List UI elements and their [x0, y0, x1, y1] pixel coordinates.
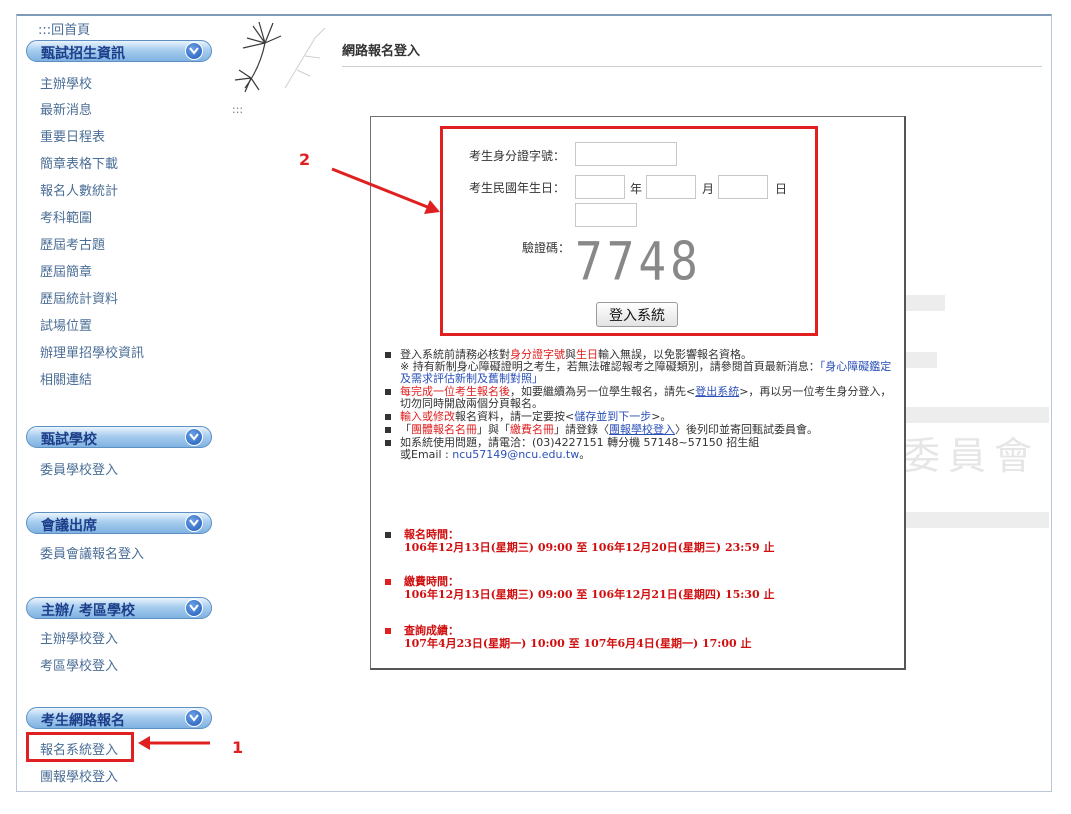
note-item: 「團體報名名冊」與「繳費名冊」請登錄〈團報學校登入〉後列印並寄回甄試委員會。 [385, 424, 895, 436]
section-title: 會議出席 [41, 518, 97, 534]
highlight-box-1 [26, 732, 134, 762]
section-title: 甄試招生資訊 [41, 46, 125, 62]
section-header-exam-schools[interactable]: 甄試學校 [26, 426, 212, 448]
chevron-down-icon [185, 599, 203, 617]
bullet-square-icon [385, 532, 391, 538]
sidebar-item[interactable]: 歷屆簡章 [40, 261, 92, 280]
instructions-list: 登入系統前請務必核對身分證字號與生日輸入無誤，以免影響報名資格。 ※ 持有新制身… [385, 349, 895, 462]
home-link[interactable]: :::回首頁 [38, 19, 90, 38]
section-header-meeting[interactable]: 會議出席 [26, 512, 212, 534]
logout-link[interactable]: 登出系統 [695, 385, 739, 398]
chevron-down-icon [185, 709, 203, 727]
sidebar-item[interactable]: 考區學校登入 [40, 655, 118, 674]
sidebar-item[interactable]: 最新消息 [40, 99, 92, 118]
note-item: 輸入或修改報名資料，請一定要按<儲存並到下一步>。 [385, 411, 895, 423]
pine-branch-icon [234, 21, 326, 93]
bullet-square-icon [385, 628, 391, 634]
sidebar-item[interactable]: 簡章表格下載 [40, 153, 118, 172]
watermark-bar [905, 295, 945, 311]
sidebar-item[interactable]: 試場位置 [40, 315, 92, 334]
section-header-admissions[interactable]: 甄試招生資訊 [26, 40, 212, 62]
score-query-time: 查詢成績： 107年4月23日(星期一) 10:00 至 107年6月4日(星期一… [385, 624, 752, 650]
chevron-down-icon [185, 42, 203, 60]
highlight-box-2 [440, 126, 818, 336]
watermark-bar [905, 352, 937, 368]
annotation-label-1: 1 [232, 738, 244, 757]
bullet-square-icon [385, 389, 391, 395]
sidebar-item[interactable]: 歷屆統計資料 [40, 288, 118, 307]
section-title: 主辦/ 考區學校 [41, 603, 135, 619]
section-title: 甄試學校 [41, 432, 97, 448]
registration-time: 報名時間： 106年12月13日(星期三) 09:00 至 106年12月20日(… [385, 528, 774, 554]
sidebar-item[interactable]: 主辦學校登入 [40, 628, 118, 647]
annotation-arrow-1 [138, 736, 210, 750]
annotation-arrow-2 [331, 167, 440, 214]
sidebar-item[interactable]: 重要日程表 [40, 126, 105, 145]
bullet-square-icon [385, 579, 391, 585]
anchor-dots: ::: [232, 103, 244, 116]
sidebar-item[interactable]: 團報學校登入 [40, 766, 118, 785]
sidebar-item[interactable]: 主辦學校 [40, 73, 92, 92]
bullet-square-icon [385, 440, 391, 446]
chevron-down-icon [185, 514, 203, 532]
sidebar-item[interactable]: 報名人數統計 [40, 180, 118, 199]
bullet-square-icon [385, 427, 391, 433]
sidebar-item[interactable]: 歷屆考古題 [40, 234, 105, 253]
bullet-square-icon [385, 414, 391, 420]
sidebar-item[interactable]: 相關連結 [40, 369, 92, 388]
bullet-square-icon [385, 352, 391, 358]
sidebar-item[interactable]: 辦理單招學校資訊 [40, 342, 144, 361]
annotation-label-2: 2 [299, 150, 311, 169]
section-title: 考生網路報名 [41, 713, 125, 729]
page-title: 網路報名登入 [342, 44, 421, 59]
sidebar-item[interactable]: 委員會議報名登入 [40, 543, 144, 562]
watermark-bar [905, 407, 1049, 423]
section-header-online-registration[interactable]: 考生網路報名 [26, 707, 212, 729]
email-link[interactable]: ncu57149@ncu.edu.tw [452, 448, 579, 461]
sidebar-item[interactable]: 委員學校登入 [40, 459, 118, 478]
group-login-link[interactable]: 團報學校登入 [609, 423, 675, 436]
note-item: 登入系統前請務必核對身分證字號與生日輸入無誤，以免影響報名資格。 ※ 持有新制身… [385, 349, 895, 385]
note-item: 如系統使用問題，請電洽：(03)4227151 轉分機 57148~57150 … [385, 437, 895, 461]
chevron-down-icon [185, 428, 203, 446]
payment-time: 繳費時間： 106年12月13日(星期三) 09:00 至 106年12月21日(… [385, 575, 774, 601]
watermark-bar [905, 512, 1049, 528]
title-divider [342, 66, 1042, 67]
watermark-text: 委員會 [902, 434, 1041, 478]
section-header-host-schools[interactable]: 主辦/ 考區學校 [26, 597, 212, 619]
sidebar-item[interactable]: 考科範圍 [40, 207, 92, 226]
note-item: 每完成一位考生報名後，如要繼續為另一位學生報名，請先<登出系統>，再以另一位考生… [385, 386, 895, 410]
